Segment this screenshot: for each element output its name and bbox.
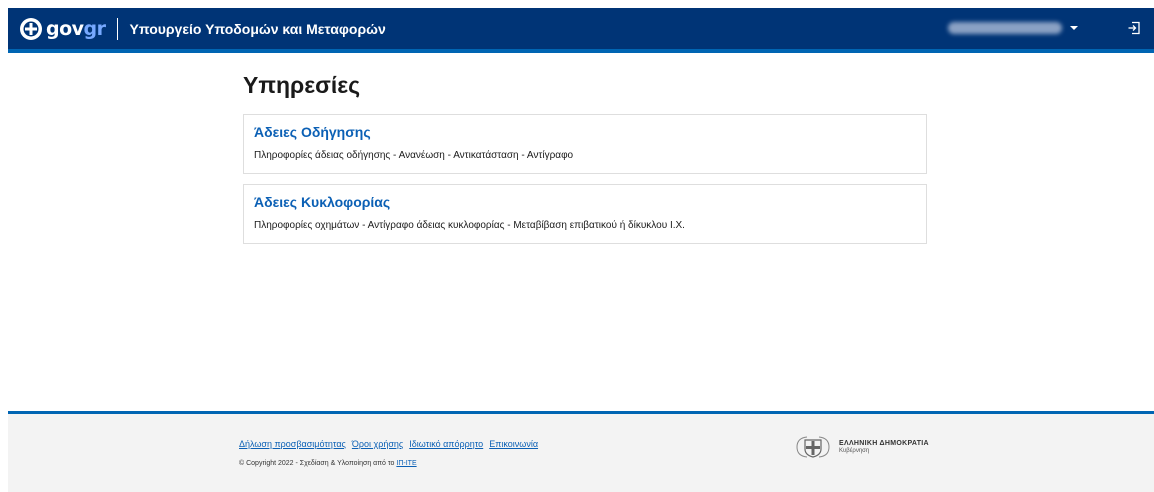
- govgr-logo[interactable]: govgr: [20, 17, 106, 40]
- accessibility-link[interactable]: Δήλωση προσβασιμότητας: [239, 439, 346, 449]
- top-header: govgr Υπουργείο Υποδομών και Μεταφορών: [8, 8, 1154, 53]
- gov-logo-text: ΕΛΛΗΝΙΚΗ ΔΗΜΟΚΡΑΤΙΑ Κυβέρνηση: [839, 440, 929, 454]
- contact-link[interactable]: Επικοινωνία: [489, 439, 538, 449]
- copyright-text: © Copyright 2022 - Σχεδίαση & Υλοποίηση …: [239, 460, 417, 467]
- copyright-prefix: © Copyright 2022 - Σχεδίαση & Υλοποίηση …: [239, 460, 395, 467]
- chevron-down-icon: [1070, 26, 1078, 30]
- service-description: Πληροφορίες οχημάτων - Αντίγραφο άδειας …: [254, 220, 685, 231]
- logo-gr: gr: [83, 17, 106, 40]
- service-card-driving-licenses[interactable]: Άδειες Οδήγησης Πληροφορίες άδειας οδήγη…: [243, 114, 927, 174]
- privacy-link[interactable]: Ιδιωτικό απόρρητο: [409, 439, 483, 449]
- service-title-link[interactable]: Άδειες Κυκλοφορίας: [254, 194, 390, 210]
- service-title-link[interactable]: Άδειες Οδήγησης: [254, 124, 371, 140]
- gov-logo-title: ΕΛΛΗΝΙΚΗ ΔΗΜΟΚΡΑΤΙΑ: [839, 440, 929, 447]
- ministry-title[interactable]: Υπουργείο Υποδομών και Μεταφορών: [130, 21, 386, 37]
- ipite-link[interactable]: ΙΠ-ΙΤΕ: [396, 460, 416, 467]
- page-title: Υπηρεσίες: [243, 72, 361, 98]
- user-menu[interactable]: [948, 20, 1084, 36]
- page-footer: Δήλωση προσβασιμότητας Όροι χρήσης Ιδιωτ…: [8, 411, 1154, 492]
- logout-icon[interactable]: [1126, 20, 1142, 36]
- service-description: Πληροφορίες άδειας οδήγησης - Ανανέωση -…: [254, 150, 574, 161]
- hellenic-republic-logo[interactable]: ΕΛΛΗΝΙΚΗ ΔΗΜΟΚΡΑΤΙΑ Κυβέρνηση: [793, 434, 929, 460]
- gov-logo-subtitle: Κυβέρνηση: [839, 448, 870, 454]
- user-name-blurred: [948, 22, 1062, 34]
- hellenic-republic-emblem-icon: [796, 436, 830, 458]
- greek-flag-icon: [20, 17, 42, 40]
- logo-gov: gov: [46, 17, 84, 40]
- footer-links: Δήλωση προσβασιμότητας Όροι χρήσης Ιδιωτ…: [239, 439, 538, 449]
- service-card-vehicle-licenses[interactable]: Άδειες Κυκλοφορίας Πληροφορίες οχημάτων …: [243, 184, 927, 244]
- govgr-logo-text: govgr: [46, 18, 106, 40]
- terms-link[interactable]: Όροι χρήσης: [352, 439, 403, 449]
- header-divider: [116, 17, 118, 40]
